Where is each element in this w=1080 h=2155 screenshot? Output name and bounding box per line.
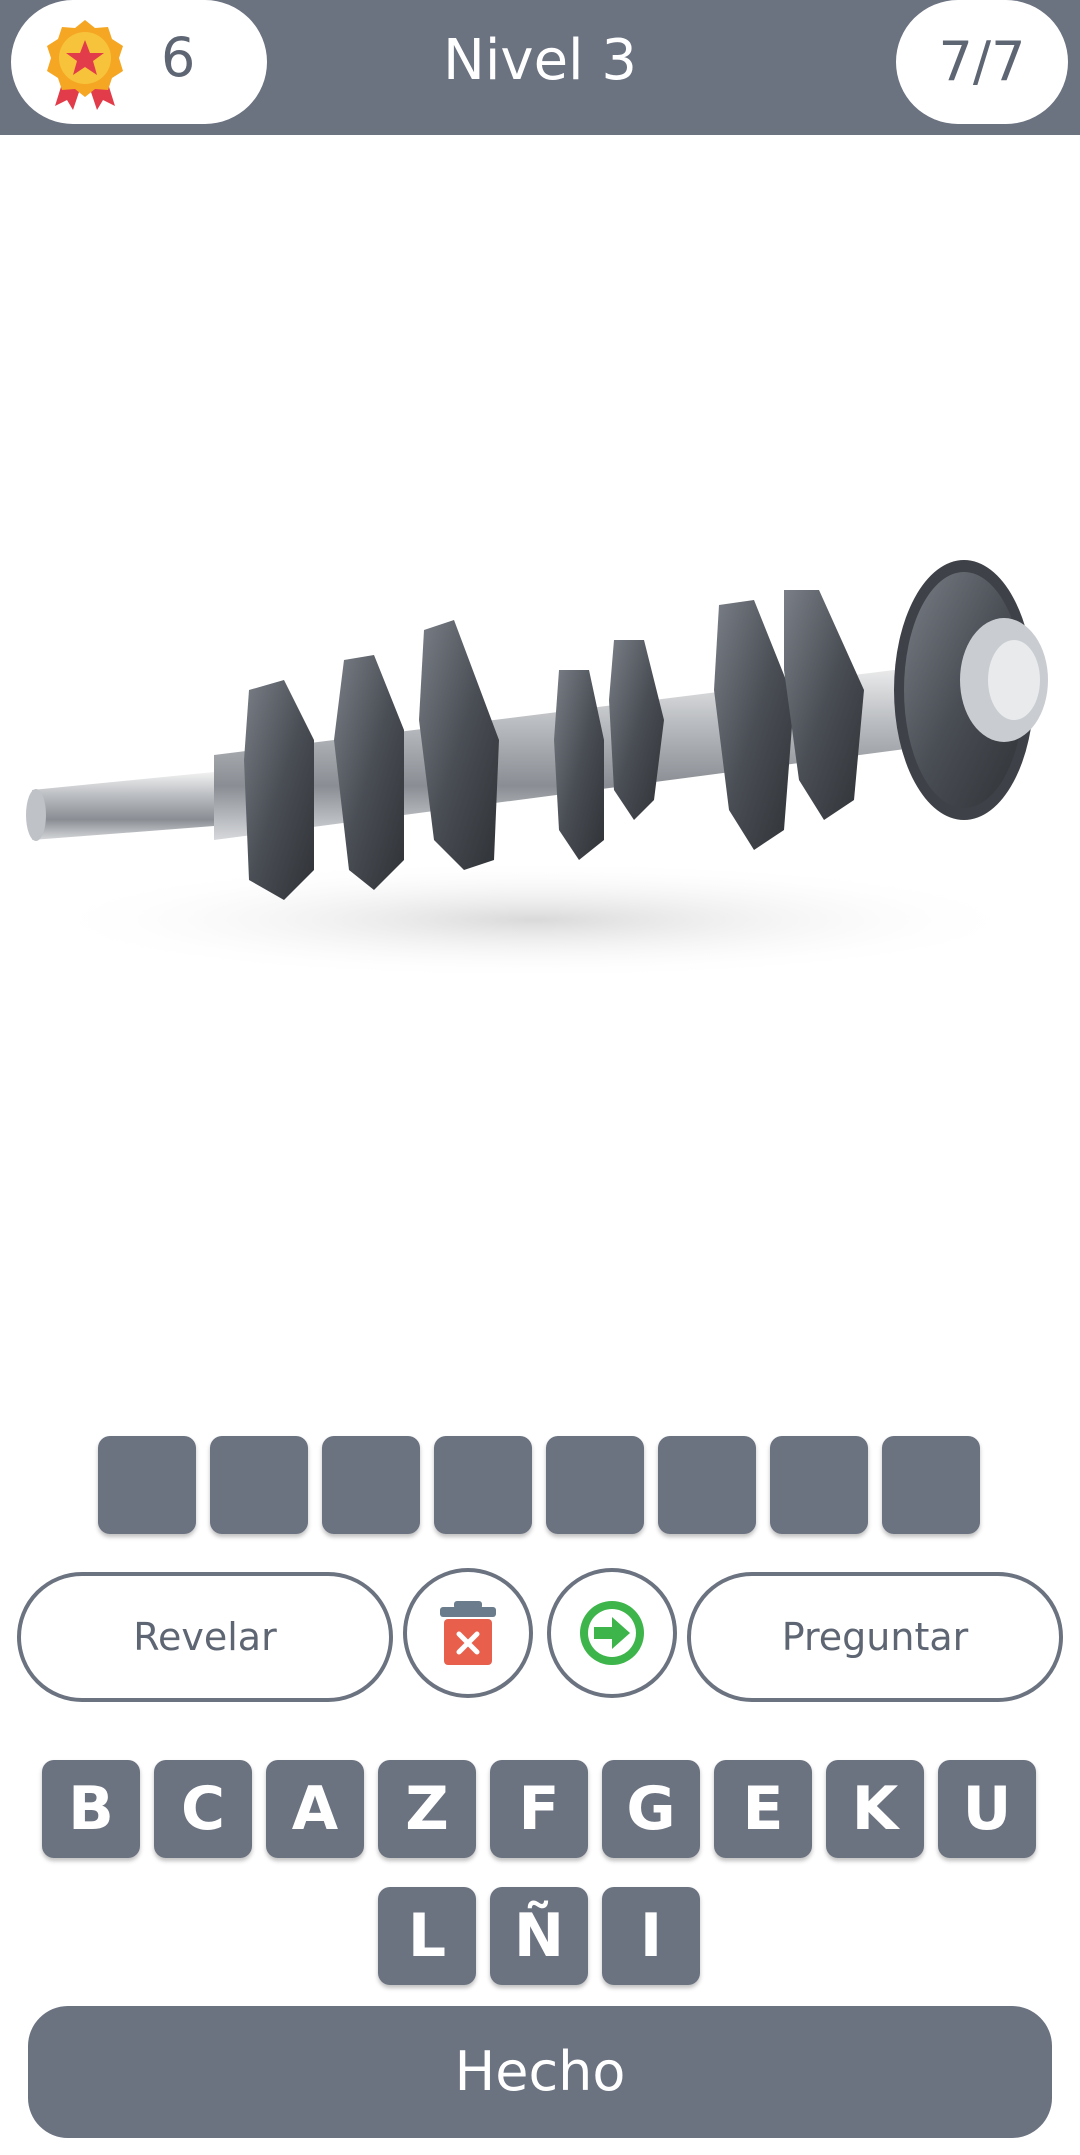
letter-key[interactable]: F bbox=[490, 1760, 588, 1858]
letter-key[interactable]: K bbox=[826, 1760, 924, 1858]
letter-key[interactable]: A bbox=[266, 1760, 364, 1858]
progress-counter: 7/7 bbox=[896, 0, 1068, 124]
answer-slots bbox=[98, 1436, 982, 1536]
answer-slot[interactable] bbox=[770, 1436, 868, 1534]
ask-button[interactable]: Preguntar bbox=[687, 1572, 1063, 1702]
delete-button[interactable] bbox=[403, 1568, 533, 1698]
crankshaft-photo bbox=[26, 560, 1048, 980]
answer-slot[interactable] bbox=[210, 1436, 308, 1534]
letter-key[interactable]: Z bbox=[378, 1760, 476, 1858]
letter-key[interactable]: Ñ bbox=[490, 1887, 588, 1985]
letter-key[interactable]: I bbox=[602, 1887, 700, 1985]
arrow-right-icon bbox=[580, 1601, 644, 1665]
skip-button[interactable] bbox=[547, 1568, 677, 1698]
letter-key[interactable]: B bbox=[42, 1760, 140, 1858]
letter-key[interactable]: E bbox=[714, 1760, 812, 1858]
done-button[interactable]: Hecho bbox=[28, 2006, 1052, 2138]
letter-key[interactable]: C bbox=[154, 1760, 252, 1858]
answer-slot[interactable] bbox=[322, 1436, 420, 1534]
top-bar: 6 Nivel 3 7/7 bbox=[0, 0, 1080, 135]
answer-slot[interactable] bbox=[546, 1436, 644, 1534]
letter-key[interactable]: U bbox=[938, 1760, 1036, 1858]
letter-key[interactable]: L bbox=[378, 1887, 476, 1985]
answer-slot[interactable] bbox=[658, 1436, 756, 1534]
letter-key[interactable]: G bbox=[602, 1760, 700, 1858]
reveal-button[interactable]: Revelar bbox=[17, 1572, 393, 1702]
answer-slot[interactable] bbox=[434, 1436, 532, 1534]
trash-icon bbox=[440, 1601, 496, 1665]
answer-slot[interactable] bbox=[98, 1436, 196, 1534]
answer-slot[interactable] bbox=[882, 1436, 980, 1534]
